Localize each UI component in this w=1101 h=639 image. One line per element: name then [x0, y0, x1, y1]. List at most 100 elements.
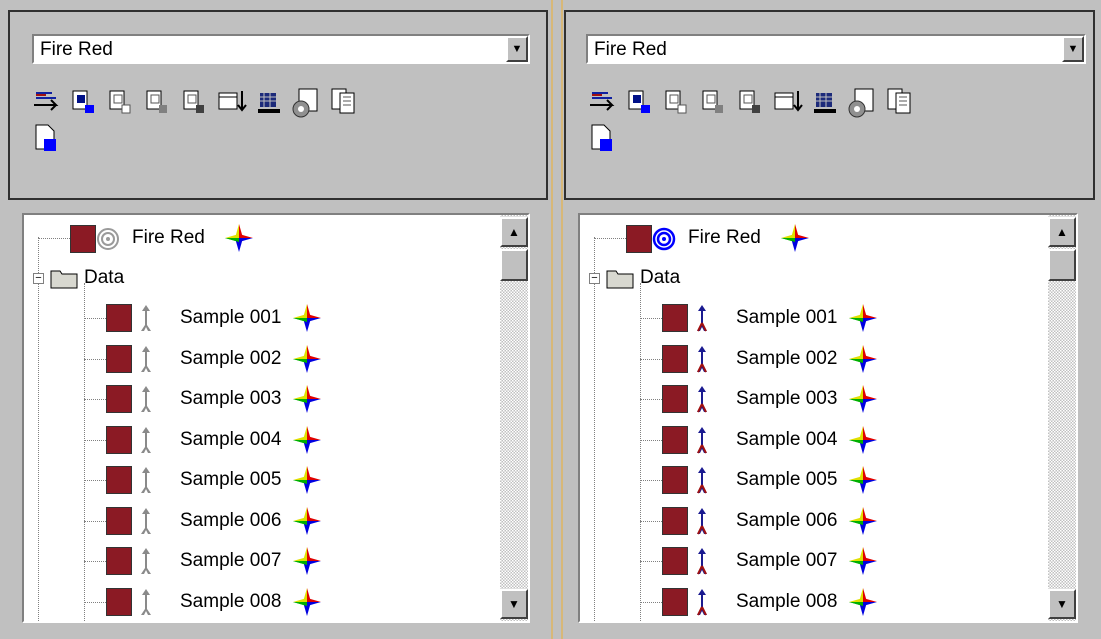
tree-item-sample[interactable]: Sample 001: [24, 299, 484, 337]
color-swatch: [106, 506, 132, 535]
color-swatch: [106, 344, 132, 373]
tree-item-sample[interactable]: Sample 007: [580, 542, 1040, 580]
arrow-icon: [697, 345, 707, 372]
arrow-icon: [141, 345, 151, 372]
add-sample-icon[interactable]: [141, 84, 175, 120]
arrow-icon: [697, 305, 707, 332]
tree-item-sample[interactable]: Sample 007: [24, 542, 484, 580]
tree-folder-data[interactable]: − Data: [580, 259, 1040, 297]
right-pane: Fire Red ▼ Fire Red − Data Sample 001 Sample 0…: [558, 0, 1101, 639]
gear-document-icon[interactable]: [845, 84, 879, 120]
tree-item-sample[interactable]: Sample 005: [580, 461, 1040, 499]
tree-item-sample[interactable]: Sample 003: [580, 380, 1040, 418]
arrow-icon: [697, 548, 707, 575]
color-swatch: [626, 225, 652, 253]
gear-document-icon[interactable]: [289, 84, 323, 120]
tree-root-label: Fire Red: [132, 227, 205, 248]
target-icon: [97, 228, 119, 250]
sample-label: Sample 004: [736, 428, 838, 450]
tree-item-sample[interactable]: Sample 006: [24, 502, 484, 540]
arrow-icon: [697, 507, 707, 534]
dropdown-value: Fire Red: [594, 39, 667, 60]
tree-item-sample[interactable]: Sample 004: [580, 421, 1040, 459]
tree-item-sample[interactable]: Sample 006: [580, 502, 1040, 540]
remove-sample-icon[interactable]: [734, 84, 768, 120]
sample-label: Sample 007: [736, 550, 838, 571]
arrow-icon: [697, 386, 707, 413]
scroll-up-button[interactable]: ▲: [1048, 217, 1076, 247]
tree-item-sample[interactable]: Sample 005: [24, 461, 484, 499]
project-tree-icon[interactable]: [586, 84, 620, 120]
project-tree[interactable]: Fire Red − Data Sample 001 Sample 002 Sample …: [578, 213, 1078, 623]
sample-label: Sample 007: [180, 550, 282, 571]
dropdown-arrow-button[interactable]: ▼: [506, 36, 528, 62]
arrow-icon: [141, 507, 151, 534]
color-swatch: [662, 587, 688, 616]
new-sample-icon[interactable]: [67, 84, 101, 120]
import-date-icon[interactable]: [215, 84, 249, 120]
scroll-thumb[interactable]: [500, 249, 528, 281]
scroll-down-button[interactable]: ▼: [1048, 589, 1076, 619]
scroll-thumb[interactable]: [1048, 249, 1076, 281]
sample-label: Sample 002: [180, 347, 282, 369]
sample-label: Sample 005: [736, 469, 838, 490]
color-swatch: [70, 225, 96, 253]
tree-folder-data[interactable]: − Data: [24, 259, 484, 297]
sample-label: Sample 004: [180, 428, 282, 450]
tree-item-sample[interactable]: Sample 003: [24, 380, 484, 418]
color-swatch: [106, 425, 132, 454]
arrow-icon: [697, 467, 707, 494]
project-dropdown[interactable]: Fire Red ▼: [586, 34, 1086, 64]
target-icon: [652, 227, 676, 251]
toolbar: [586, 84, 1086, 156]
new-page-icon[interactable]: [30, 120, 64, 156]
tree-item-sample[interactable]: Sample 002: [580, 340, 1040, 378]
tree-item-sample[interactable]: Sample 002: [24, 340, 484, 378]
import-date-icon[interactable]: [771, 84, 805, 120]
collapse-toggle[interactable]: −: [589, 273, 600, 284]
tree-item-sample[interactable]: Sample 004: [24, 421, 484, 459]
project-tree-icon[interactable]: [30, 84, 64, 120]
scroll-up-button[interactable]: ▲: [500, 217, 528, 247]
sample-label: Sample 001: [180, 307, 282, 328]
arrow-icon: [141, 467, 151, 493]
toolbar-panel: Fire Red ▼: [8, 10, 548, 200]
open-sample-icon[interactable]: [660, 84, 694, 120]
dropdown-arrow-button[interactable]: ▼: [1062, 36, 1084, 62]
copy-document-icon[interactable]: [326, 84, 360, 120]
add-sample-icon[interactable]: [697, 84, 731, 120]
tree-item-sample[interactable]: Sample 008: [580, 583, 1040, 621]
new-page-icon[interactable]: [586, 120, 620, 156]
color-swatch: [662, 385, 688, 413]
arrow-icon: [141, 548, 151, 574]
tree-root-item[interactable]: Fire Red: [24, 219, 484, 257]
color-swatch: [106, 304, 132, 332]
remove-sample-icon[interactable]: [178, 84, 212, 120]
sample-label: Sample 005: [180, 469, 282, 490]
tree-root-label: Fire Red: [688, 227, 761, 248]
color-swatch: [662, 466, 688, 494]
copy-document-icon[interactable]: [882, 84, 916, 120]
project-tree[interactable]: Fire Red − Data Sample 001 Sample 002 Sample …: [22, 213, 530, 623]
tree-root-item[interactable]: Fire Red: [580, 219, 1040, 257]
arrow-icon: [141, 386, 151, 412]
sample-label: Sample 001: [736, 307, 838, 328]
vertical-scrollbar[interactable]: ▲ ▼: [1048, 215, 1076, 621]
color-swatch: [662, 425, 688, 454]
spectrometer-icon[interactable]: [252, 84, 286, 120]
sample-label: Sample 006: [736, 509, 838, 531]
arrow-icon: [697, 588, 707, 615]
spectrometer-icon[interactable]: [808, 84, 842, 120]
scroll-down-button[interactable]: ▼: [500, 589, 528, 619]
sample-label: Sample 006: [180, 509, 282, 531]
dropdown-value: Fire Red: [40, 39, 113, 60]
tree-item-sample[interactable]: Sample 001: [580, 299, 1040, 337]
vertical-scrollbar[interactable]: ▲ ▼: [500, 215, 528, 621]
tree-item-sample[interactable]: Sample 008: [24, 583, 484, 621]
folder-icon: [606, 270, 634, 289]
sample-label: Sample 003: [180, 388, 282, 409]
new-sample-icon[interactable]: [623, 84, 657, 120]
project-dropdown[interactable]: Fire Red ▼: [32, 34, 530, 64]
collapse-toggle[interactable]: −: [33, 273, 44, 284]
open-sample-icon[interactable]: [104, 84, 138, 120]
